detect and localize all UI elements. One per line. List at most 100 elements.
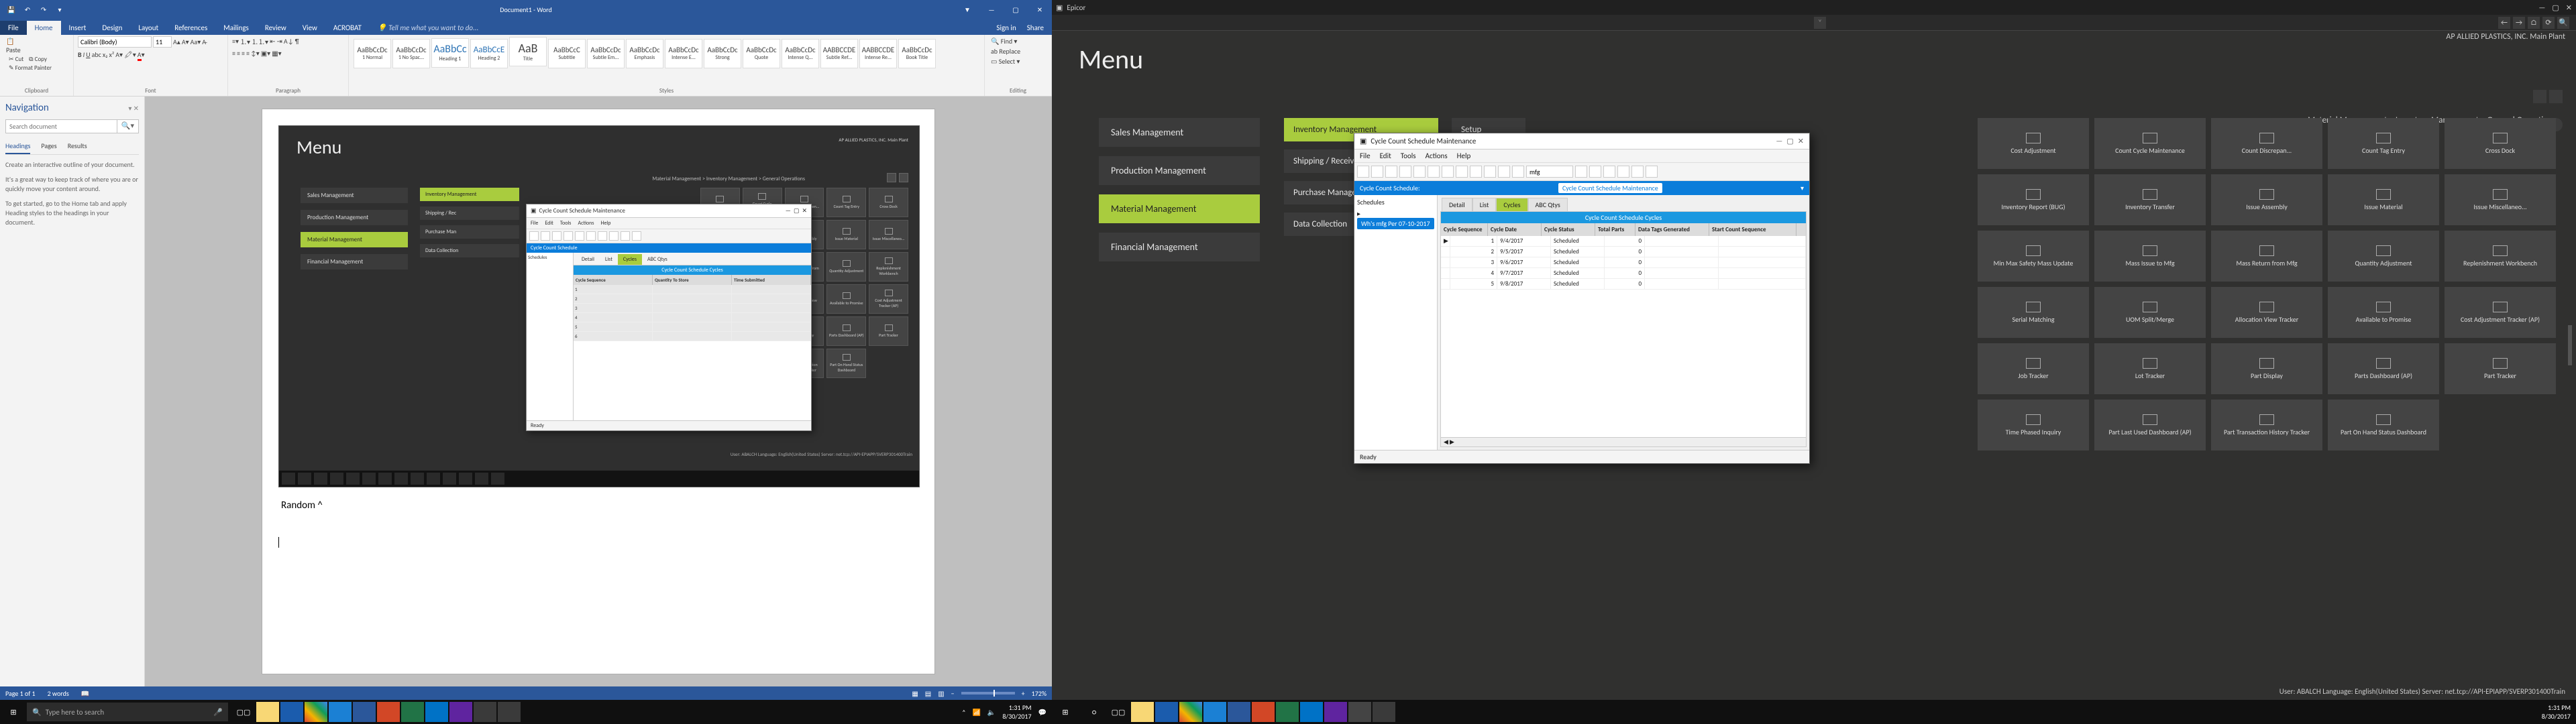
- tool-search-icon[interactable]: [1575, 166, 1587, 178]
- chevron-down-icon[interactable]: ˅: [1814, 17, 1826, 29]
- embed-tile[interactable]: Cost Adjustment Tracker (AP): [869, 284, 908, 314]
- tool-new-icon[interactable]: [1357, 166, 1369, 178]
- table-row[interactable]: 39/6/2017Scheduled0: [1441, 257, 1806, 268]
- excel-icon[interactable]: [401, 702, 424, 722]
- tile-parts-dashboard-ap-[interactable]: Parts Dashboard (AP): [2328, 343, 2439, 394]
- maximize-icon[interactable]: ▢: [1786, 137, 1793, 145]
- minimize-icon[interactable]: —: [1776, 137, 1782, 145]
- embed-tile[interactable]: Issue Miscellaneo...: [869, 220, 908, 249]
- italic-icon[interactable]: I: [83, 50, 85, 59]
- left-menu-sales-management[interactable]: Sales Management: [1099, 118, 1260, 147]
- underline-icon[interactable]: U: [86, 50, 90, 59]
- calc-icon[interactable]: [498, 702, 521, 722]
- notifications-icon[interactable]: 💬: [1038, 708, 1046, 717]
- context-icon-2[interactable]: [2549, 90, 2563, 103]
- word-icon[interactable]: [353, 702, 376, 722]
- tell-me-box[interactable]: 💡 Tell me what you want to do...: [370, 21, 486, 35]
- font-size-combo[interactable]: [153, 36, 172, 48]
- embed-menu-file[interactable]: File: [531, 220, 538, 227]
- proofing-icon[interactable]: 📖: [81, 689, 89, 698]
- tab-acrobat[interactable]: ACROBAT: [325, 21, 370, 35]
- tile-issue-assembly[interactable]: Issue Assembly: [2211, 174, 2322, 225]
- signin-link[interactable]: Sign in: [996, 23, 1016, 32]
- embed-menu-tools[interactable]: Tools: [560, 220, 572, 227]
- explorer-icon[interactable]: [256, 702, 279, 722]
- tree-root[interactable]: Schedules: [1357, 198, 1434, 206]
- embed-menu-edit[interactable]: Edit: [545, 220, 553, 227]
- volume-icon[interactable]: 🔈: [987, 708, 996, 717]
- zoom-out-icon[interactable]: −: [951, 689, 955, 698]
- embed-mid-shipping-rec[interactable]: Shipping / Rec: [420, 206, 519, 220]
- embed-left-sales-management[interactable]: Sales Management: [301, 188, 408, 203]
- search-icon[interactable]: 🔍: [2557, 17, 2569, 29]
- sort-icon[interactable]: A↓: [284, 37, 294, 46]
- menu-actions[interactable]: Actions: [1426, 152, 1448, 160]
- embed-mid-data-collection[interactable]: Data Collection: [420, 244, 519, 257]
- decrease-indent-icon[interactable]: ⇤: [270, 37, 275, 46]
- maximize-icon[interactable]: ▢: [1004, 5, 1028, 14]
- menu-tools[interactable]: Tools: [1401, 152, 1416, 160]
- line-spacing-icon[interactable]: ↕▾: [251, 49, 260, 58]
- nav-tab-results[interactable]: Results: [68, 139, 87, 154]
- style-title[interactable]: AaBTitle: [509, 37, 547, 66]
- network-icon[interactable]: 📶: [972, 708, 980, 717]
- cortana-icon[interactable]: ○: [1083, 702, 1106, 722]
- tool-c-icon[interactable]: [1617, 166, 1629, 178]
- chevron-down-icon[interactable]: ▾: [1801, 184, 1804, 192]
- show-marks-icon[interactable]: ¶: [295, 37, 299, 46]
- embed-tile[interactable]: Count Tag Entry: [826, 188, 866, 217]
- style-1nospac[interactable]: AaBbCcDc1 No Spac...: [392, 39, 430, 68]
- share-button[interactable]: Share: [1027, 23, 1044, 32]
- clock[interactable]: 1:31 PM 8/30/2017: [1002, 703, 1031, 721]
- align-right-icon[interactable]: ≡: [241, 49, 245, 58]
- embed-mid-inventory-management[interactable]: Inventory Management: [420, 188, 519, 201]
- messages-icon[interactable]: [449, 702, 472, 722]
- embed-tile[interactable]: Cross Dock: [869, 188, 908, 217]
- embed-tab-abc qtys[interactable]: ABC Qtys: [642, 254, 673, 265]
- tile-job-tracker[interactable]: Job Tracker: [1978, 343, 2089, 394]
- borders-icon[interactable]: ▦▾: [272, 49, 281, 58]
- tile-part-last-used-dashboard-ap-[interactable]: Part Last Used Dashboard (AP): [2094, 400, 2206, 450]
- tab-insert[interactable]: Insert: [61, 21, 95, 35]
- clear-format-icon[interactable]: A̶: [202, 38, 206, 46]
- tool-save-icon[interactable]: [1371, 166, 1383, 178]
- tool-nav-last-icon[interactable]: [1456, 166, 1468, 178]
- start-button[interactable]: ⊞: [0, 700, 27, 724]
- copy-button[interactable]: ⧉ Copy: [27, 55, 49, 64]
- zoom-in-icon[interactable]: +: [1022, 689, 1025, 698]
- embed-tile[interactable]: Quantity Adjustment: [826, 252, 866, 282]
- tile-mass-issue-to-mfg[interactable]: Mass Issue to Mfg: [2094, 231, 2206, 282]
- embed-tile[interactable]: Available to Promise: [826, 284, 866, 314]
- epicor-icon[interactable]: [1348, 702, 1371, 722]
- increase-indent-icon[interactable]: ⇥: [276, 37, 282, 46]
- embed-tile[interactable]: Issue Material: [826, 220, 866, 249]
- style-heading2[interactable]: AaBbCcEHeading 2: [470, 39, 508, 68]
- readmode-icon[interactable]: ▦: [912, 689, 918, 698]
- column-header[interactable]: Data Tags Generated: [1635, 223, 1709, 236]
- bold-icon[interactable]: B: [78, 50, 82, 59]
- change-case-icon[interactable]: Aa▾: [191, 38, 201, 46]
- nav-search[interactable]: 🔍▾: [5, 119, 139, 133]
- tool-refresh-icon[interactable]: [1399, 166, 1411, 178]
- embed-col[interactable]: Quantity To Store: [653, 275, 732, 285]
- tile-part-display[interactable]: Part Display: [2211, 343, 2322, 394]
- messages-icon[interactable]: [1324, 702, 1347, 722]
- redo-icon[interactable]: ↷: [38, 3, 50, 15]
- style-emphasis[interactable]: AaBbCcDcEmphasis: [626, 39, 663, 68]
- tile-allocation-view-tracker[interactable]: Allocation View Tracker: [2211, 287, 2322, 338]
- qat-more-icon[interactable]: ▾: [54, 3, 66, 15]
- table-row[interactable]: 59/8/2017Scheduled0: [1441, 279, 1806, 290]
- tab-references[interactable]: References: [166, 21, 215, 35]
- undo-icon[interactable]: ↶: [21, 3, 34, 15]
- taskview-icon[interactable]: ▢▢: [232, 702, 255, 722]
- tab-mailings[interactable]: Mailings: [215, 21, 257, 35]
- text-effects-icon[interactable]: A▾: [115, 50, 123, 59]
- style-1normal[interactable]: AaBbCcDc1 Normal: [354, 39, 391, 68]
- embed-mid-purchase-man[interactable]: Purchase Man: [420, 225, 519, 239]
- ppt-icon[interactable]: [1252, 702, 1275, 722]
- tool-d-icon[interactable]: [1631, 166, 1644, 178]
- tab-design[interactable]: Design: [94, 21, 130, 35]
- style-subtitle[interactable]: AaBbCcCSubtitle: [548, 39, 586, 68]
- style-gallery[interactable]: AaBbCcDc1 NormalAaBbCcDc1 No Spac... AaBb…: [353, 36, 980, 69]
- table-row[interactable]: 29/5/2017Scheduled0: [1441, 247, 1806, 257]
